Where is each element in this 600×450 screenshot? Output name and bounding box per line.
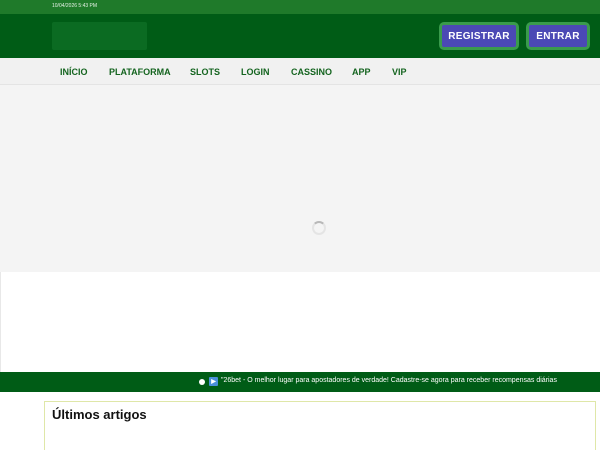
banner-area bbox=[0, 85, 600, 272]
nav-item-login[interactable]: LOGIN bbox=[241, 67, 270, 77]
speaker-icon: ▶ bbox=[209, 377, 218, 386]
spinner-icon bbox=[312, 221, 326, 235]
announcement-ticker: ▶ "26bet - O melhor lugar para apostador… bbox=[0, 372, 600, 392]
login-button[interactable]: ENTRAR bbox=[526, 22, 590, 50]
register-button[interactable]: REGISTRAR bbox=[439, 22, 519, 50]
nav-item-slots[interactable]: SLOTS bbox=[190, 67, 220, 77]
nav-item-app[interactable]: APP bbox=[352, 67, 371, 77]
nav-item-vip[interactable]: VIP bbox=[392, 67, 407, 77]
top-status-bar: 10/04/2026 5:43 PM bbox=[0, 0, 600, 14]
site-header: REGISTRAR ENTRAR bbox=[0, 14, 600, 58]
nav-item-inicio[interactable]: INÍCIO bbox=[60, 67, 88, 77]
site-logo[interactable] bbox=[52, 22, 147, 50]
section-title: Últimos artigos bbox=[52, 407, 147, 422]
bullet-icon bbox=[199, 379, 205, 385]
content-area bbox=[0, 272, 600, 372]
latest-articles-section: Últimos artigos bbox=[44, 401, 596, 450]
ticker-text: "26bet - O melhor lugar para apostadores… bbox=[221, 377, 557, 384]
nav-item-plataforma[interactable]: PLATAFORMA bbox=[109, 67, 171, 77]
main-nav: INÍCIO PLATAFORMA SLOTS LOGIN CASSINO AP… bbox=[0, 58, 600, 85]
timestamp: 10/04/2026 5:43 PM bbox=[52, 3, 98, 9]
nav-item-cassino[interactable]: CASSINO bbox=[291, 67, 332, 77]
